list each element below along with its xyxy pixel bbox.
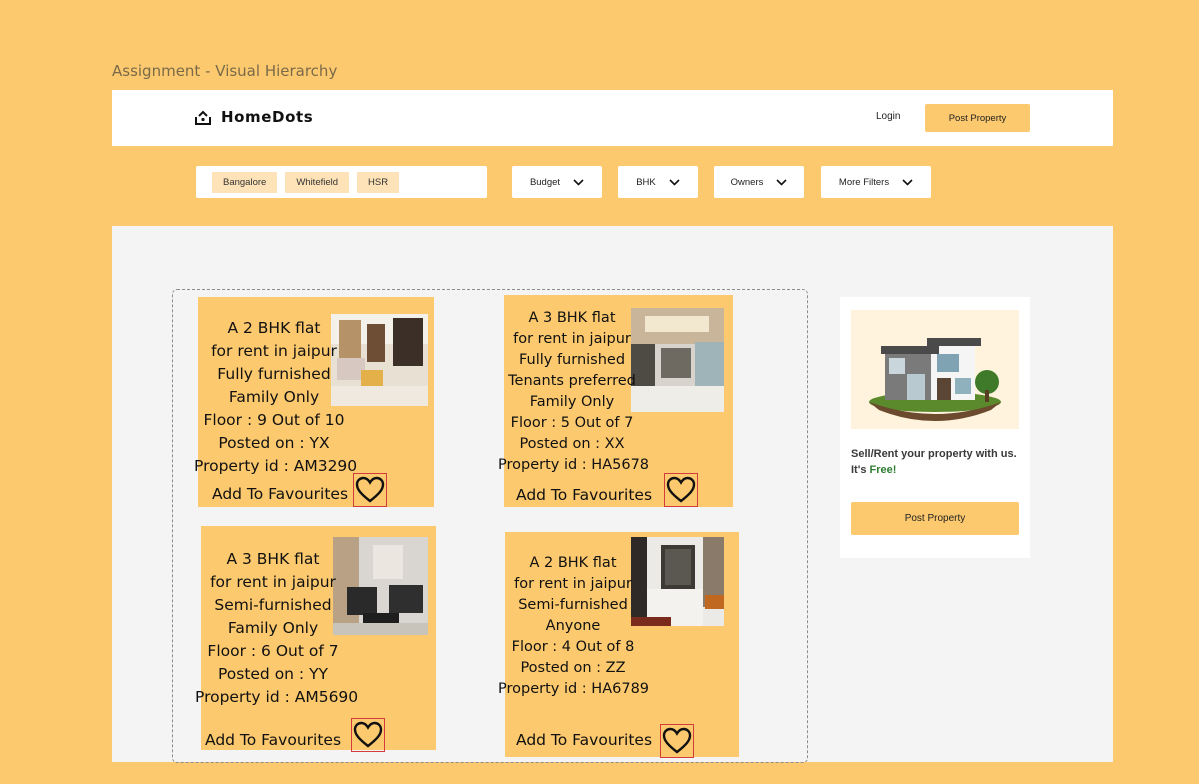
promo-post-property-button[interactable]: Post Property <box>851 502 1019 535</box>
listing-line: Anyone <box>545 618 601 634</box>
listing-line: A 2 BHK flat <box>227 319 321 337</box>
listing-details: A 2 BHK flat for rent in jaipur Semi-fur… <box>498 553 650 700</box>
promo-illustration <box>851 310 1019 429</box>
favourite-button[interactable] <box>660 724 694 758</box>
add-to-favourites-label[interactable]: Add To Favourites <box>212 485 348 503</box>
favourite-button[interactable] <box>353 473 387 507</box>
navbar: HomeDots Login Post Property <box>112 90 1113 146</box>
add-to-favourites-label[interactable]: Add To Favourites <box>205 731 341 749</box>
chevron-down-icon <box>573 178 584 186</box>
brand-logo[interactable]: HomeDots <box>194 108 313 126</box>
heart-icon <box>666 476 696 503</box>
listing-details: A 3 BHK flat for rent in jaipur Fully fu… <box>498 308 650 476</box>
promo-card: Sell/Rent your property with us. It's Fr… <box>840 297 1030 558</box>
chevron-down-icon <box>669 178 680 186</box>
listing-line: A 3 BHK flat <box>528 310 616 326</box>
listing-line: for rent in jaipur <box>211 342 337 360</box>
budget-filter-label: Budget <box>529 176 561 188</box>
promo-free-highlight: Free! <box>869 464 897 476</box>
owners-filter-label: Owners <box>730 176 764 188</box>
listing-line: Posted on : YX <box>218 434 330 452</box>
bhk-filter-label: BHK <box>636 176 656 188</box>
listing-line: A 3 BHK flat <box>226 550 320 568</box>
chevron-down-icon <box>902 178 913 186</box>
favourite-button[interactable] <box>664 473 698 507</box>
listing-line: Property id : HA5678 <box>498 457 650 473</box>
listing-line: for rent in jaipur <box>210 573 336 591</box>
add-to-favourites-label[interactable]: Add To Favourites <box>516 486 652 504</box>
location-chip[interactable]: HSR <box>357 171 400 193</box>
home-logo-icon <box>195 110 211 125</box>
chevron-down-icon <box>776 178 787 186</box>
brand-name: HomeDots <box>221 108 314 126</box>
more-filters[interactable]: More Filters <box>821 166 931 198</box>
listing-line: Property id : AM5690 <box>195 688 359 706</box>
location-search[interactable]: Bangalore Whitefield HSR <box>196 166 487 198</box>
listing-line: A 2 BHK flat <box>529 555 617 571</box>
listing-line: Fully furnished <box>217 365 331 383</box>
listing-details: A 3 BHK flat for rent in jaipur Semi-fur… <box>195 548 359 709</box>
listing-line: Tenants preferred <box>508 373 636 389</box>
listing-line: Semi-furnished <box>214 596 332 614</box>
house-illustration <box>869 338 1001 421</box>
listing-line: Family Only <box>228 388 320 406</box>
listing-line: for rent in jaipur <box>513 331 631 347</box>
listing-line: Fully furnished <box>518 352 626 368</box>
listing-line: Floor : 5 Out of 7 <box>510 415 634 431</box>
listing-line: Posted on : XX <box>519 436 625 452</box>
listing-line: Floor : 4 Out of 8 <box>511 639 635 655</box>
more-filters-label: More Filters <box>838 176 890 188</box>
listing-details: A 2 BHK flat for rent in jaipur Fully fu… <box>194 317 358 478</box>
location-chip[interactable]: Bangalore <box>212 171 278 193</box>
login-link[interactable]: Login <box>876 111 900 122</box>
heart-icon <box>662 727 692 754</box>
favourite-button[interactable] <box>351 718 385 752</box>
assignment-label: Assignment - Visual Hierarchy <box>112 62 338 80</box>
listing-line: Floor : 9 Out of 10 <box>203 411 345 429</box>
location-chip[interactable]: Whitefield <box>285 171 350 193</box>
listing-line: Property id : AM3290 <box>194 457 358 475</box>
listing-line: Floor : 6 Out of 7 <box>207 642 339 660</box>
promo-message: Sell/Rent your property with us. It's Fr… <box>851 446 1021 478</box>
add-to-favourites-label[interactable]: Add To Favourites <box>516 731 652 749</box>
listing-line: Posted on : YY <box>217 665 329 683</box>
bhk-filter[interactable]: BHK <box>618 166 698 198</box>
listing-line: Family Only <box>227 619 319 637</box>
owners-filter[interactable]: Owners <box>714 166 804 198</box>
heart-icon <box>353 721 383 748</box>
listing-line: for rent in jaipur <box>514 576 632 592</box>
listing-line: Property id : HA6789 <box>498 681 650 697</box>
budget-filter[interactable]: Budget <box>512 166 602 198</box>
post-property-button[interactable]: Post Property <box>925 104 1030 132</box>
listing-line: Family Only <box>529 394 615 410</box>
heart-icon <box>355 476 385 503</box>
listing-line: Semi-furnished <box>518 597 628 613</box>
listing-line: Posted on : ZZ <box>520 660 626 676</box>
